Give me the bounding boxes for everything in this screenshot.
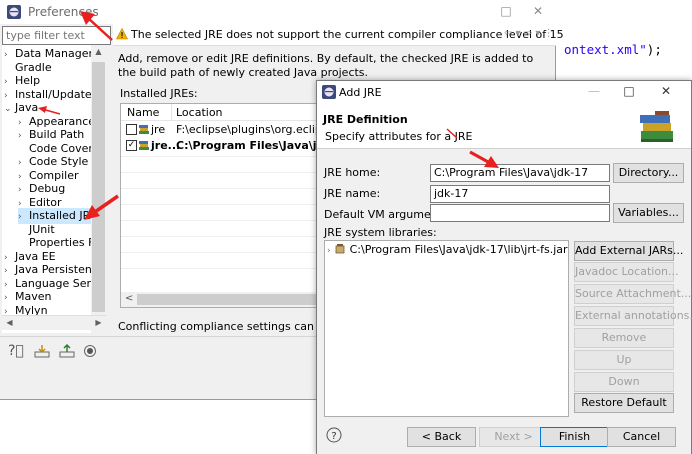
annotation-arrow-jre-definition	[446, 128, 458, 139]
annotation-arrow-installed-jres	[84, 194, 119, 220]
annotation-arrow-jre-home	[469, 150, 499, 168]
annotation-arrow-preferences	[80, 11, 113, 41]
annotation-arrow-java	[38, 106, 61, 115]
annotation-arrows	[38, 11, 499, 220]
